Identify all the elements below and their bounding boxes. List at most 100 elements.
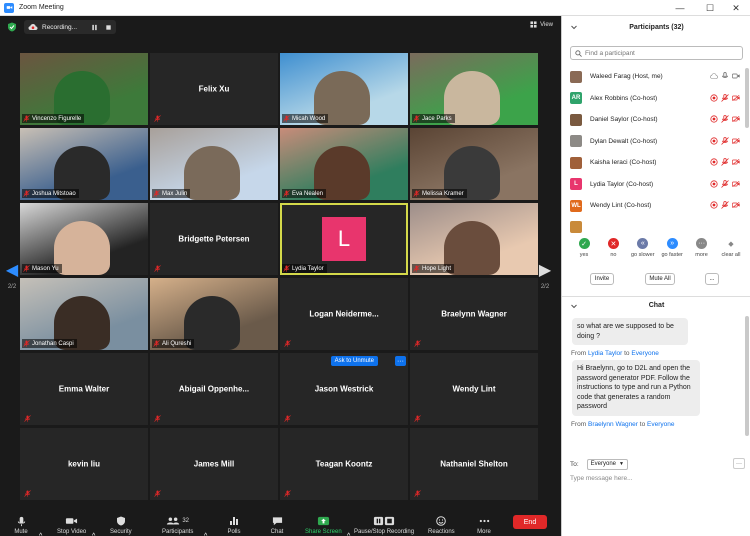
maximize-button[interactable]: ☐ bbox=[696, 0, 724, 16]
close-window-button[interactable]: ✕ bbox=[722, 0, 750, 16]
chevron-down-icon[interactable] bbox=[570, 302, 578, 310]
chat-recipient-name[interactable]: Everyone bbox=[631, 350, 658, 357]
participant-row[interactable]: WL Wendy Lint (Co-host) bbox=[562, 195, 744, 217]
feedback-clear-all-button[interactable]: ◆ clear all bbox=[717, 238, 745, 266]
video-tile[interactable]: Joshua Mitstoao bbox=[20, 128, 148, 200]
title-bar: Zoom Meeting — ☐ ✕ bbox=[0, 0, 750, 16]
video-tile[interactable]: L Lydia Taylor bbox=[280, 203, 408, 275]
participant-search[interactable] bbox=[570, 46, 743, 60]
mic-muted-icon bbox=[284, 490, 291, 497]
window-title: Zoom Meeting bbox=[19, 4, 64, 11]
video-tile[interactable]: Max Julin bbox=[150, 128, 278, 200]
chevron-down-icon[interactable] bbox=[570, 23, 578, 31]
chat-recipient-name[interactable]: Everyone bbox=[647, 421, 674, 428]
security-button[interactable]: Security bbox=[110, 509, 132, 535]
reactions-button[interactable]: Reactions bbox=[428, 509, 455, 535]
chat-scrollbar[interactable] bbox=[745, 316, 749, 436]
stop-recording-button[interactable] bbox=[104, 23, 112, 31]
video-tile[interactable]: Micah Wood bbox=[280, 53, 408, 125]
chat-more-button[interactable]: ··· bbox=[733, 458, 745, 469]
tile-display-name: kevin liu bbox=[67, 459, 100, 469]
recording-status-icon bbox=[710, 136, 718, 145]
video-tile[interactable]: Braelynn Wagner bbox=[410, 278, 538, 350]
chat-header: Chat bbox=[562, 296, 750, 314]
microphone-icon bbox=[722, 72, 728, 78]
mic-muted-icon bbox=[721, 136, 729, 145]
chat-button[interactable]: Chat bbox=[270, 509, 284, 535]
mic-muted-icon bbox=[413, 115, 420, 122]
mute-all-button[interactable]: Mute All bbox=[645, 273, 675, 285]
chat-sender-name[interactable]: Lydia Taylor bbox=[588, 350, 622, 357]
participant-row[interactable]: Waleed Farag (Host, me) bbox=[562, 66, 744, 88]
mute-button[interactable]: Mute bbox=[14, 509, 28, 535]
view-button[interactable]: View bbox=[530, 21, 553, 28]
video-tile[interactable]: Nathaniel Shelton bbox=[410, 428, 538, 500]
mic-muted-icon bbox=[154, 115, 161, 122]
video-tile[interactable]: Wendy Lint bbox=[410, 353, 538, 425]
video-tile[interactable]: Mason Yu bbox=[20, 203, 148, 275]
video-tile[interactable]: Abigail Oppenhe... bbox=[150, 353, 278, 425]
more-button[interactable]: More bbox=[477, 509, 491, 535]
participants-options-caret[interactable]: ^ bbox=[204, 514, 207, 536]
end-meeting-button[interactable]: End bbox=[513, 515, 547, 529]
participant-row[interactable]: AR Alex Robbins (Co-host) bbox=[562, 88, 744, 110]
recipient-select[interactable]: Everyone ▼ bbox=[586, 458, 628, 470]
video-tile[interactable]: Melissa Kramer bbox=[410, 128, 538, 200]
mic-muted-icon bbox=[23, 190, 30, 197]
participant-row[interactable]: Dylan Dewalt (Co-host) bbox=[562, 131, 744, 153]
video-tile[interactable]: Emma Walter bbox=[20, 353, 148, 425]
share-options-caret[interactable]: ^ bbox=[347, 514, 350, 536]
video-options-caret[interactable]: ^ bbox=[92, 514, 95, 536]
participant-row[interactable]: Daniel Saylor (Co-host) bbox=[562, 109, 744, 131]
video-tile[interactable]: Eva Nealen bbox=[280, 128, 408, 200]
video-tile[interactable]: Teagan Koontz bbox=[280, 428, 408, 500]
participants-more-button[interactable]: ... bbox=[705, 273, 719, 285]
participant-row[interactable] bbox=[562, 217, 744, 239]
page-indicator-left: 2/2 bbox=[7, 284, 17, 290]
video-tile[interactable]: Felix Xu bbox=[150, 53, 278, 125]
feedback-go-faster-button[interactable]: » go faster bbox=[658, 238, 686, 266]
pause-recording-button[interactable] bbox=[90, 23, 98, 31]
tile-name-label: Eva Nealen bbox=[282, 189, 327, 198]
participant-row[interactable]: Kaisha Ieraci (Co-host) bbox=[562, 152, 744, 174]
feedback-yes-button[interactable]: ✓ yes bbox=[570, 238, 598, 266]
video-tile[interactable]: Bridgette Petersen bbox=[150, 203, 278, 275]
participant-list-scrollbar[interactable] bbox=[745, 68, 749, 128]
polls-button[interactable]: Polls bbox=[227, 509, 241, 535]
search-input[interactable] bbox=[585, 49, 735, 57]
chat-sender-name[interactable]: Braelynn Wagner bbox=[588, 421, 638, 428]
encryption-shield-icon[interactable] bbox=[7, 22, 17, 32]
invite-button[interactable]: Invite bbox=[590, 273, 614, 285]
stop-video-button[interactable]: Stop Video bbox=[57, 509, 86, 535]
video-tile[interactable]: Hope Light bbox=[410, 203, 538, 275]
chat-message-input[interactable] bbox=[570, 472, 745, 484]
participant-silhouette bbox=[54, 221, 110, 275]
video-off-icon bbox=[732, 115, 740, 123]
participant-row[interactable]: L Lydia Taylor (Co-host) bbox=[562, 174, 744, 196]
feedback-icon: » bbox=[666, 238, 678, 249]
participant-status-icons bbox=[710, 158, 740, 166]
video-tile[interactable]: Jason Westrick Ask to Unmute ··· bbox=[280, 353, 408, 425]
tile-more-button[interactable]: ··· bbox=[395, 356, 406, 366]
video-tile[interactable]: Logan Neiderme... bbox=[280, 278, 408, 350]
ask-to-unmute-button[interactable]: Ask to Unmute bbox=[330, 356, 378, 366]
video-tile[interactable]: Jace Parks bbox=[410, 53, 538, 125]
video-tile[interactable]: Jonathan Caspi bbox=[20, 278, 148, 350]
previous-page-button[interactable]: ◀ 2/2 bbox=[4, 262, 20, 302]
feedback-no-button[interactable]: ✕ no bbox=[599, 238, 627, 266]
share-screen-button[interactable]: Share Screen bbox=[305, 509, 342, 535]
feedback-go-slower-button[interactable]: «go slower bbox=[629, 238, 657, 266]
view-label: View bbox=[540, 21, 553, 28]
participants-button[interactable]: 32 Participants bbox=[162, 509, 193, 535]
video-tile[interactable]: kevin liu bbox=[20, 428, 148, 500]
pause-stop-recording-button[interactable]: Pause/Stop Recording bbox=[354, 509, 414, 535]
video-tile[interactable]: Vincenzo Figurelle bbox=[20, 53, 148, 125]
minimize-button[interactable]: — bbox=[666, 0, 694, 16]
video-tile[interactable]: Ali Qureshi bbox=[150, 278, 278, 350]
tile-display-name: James Mill bbox=[193, 459, 235, 469]
meeting-toolbar: Mute ^ Stop Video ^ Security 32 Particip… bbox=[0, 506, 561, 536]
tile-display-name: Felix Xu bbox=[198, 84, 230, 94]
feedback-more-button[interactable]: ··· more bbox=[688, 238, 716, 266]
video-tile[interactable]: James Mill bbox=[150, 428, 278, 500]
audio-options-caret[interactable]: ^ bbox=[39, 514, 42, 536]
